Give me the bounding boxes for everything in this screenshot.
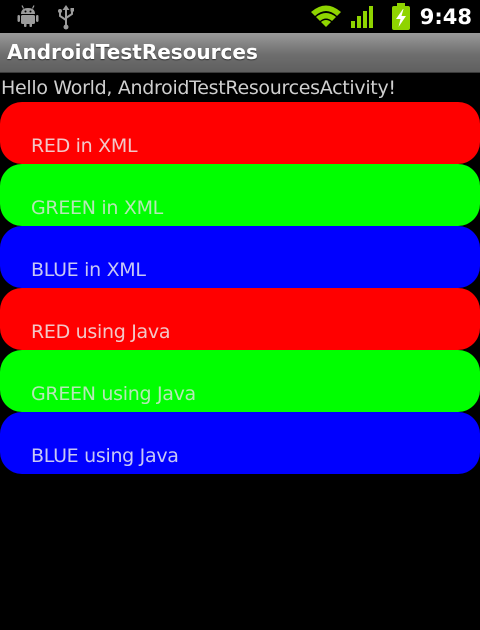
status-time: 9:48: [419, 5, 472, 29]
signal-icon: [350, 3, 376, 33]
app-title: AndroidTestResources: [7, 40, 258, 64]
red-java-button-label: RED using Java: [31, 321, 171, 343]
battery-charging-icon: [390, 3, 412, 35]
green-xml-button[interactable]: GREEN in XML: [0, 164, 480, 226]
red-xml-button-label: RED in XML: [31, 135, 138, 157]
blue-xml-button[interactable]: BLUE in XML: [0, 226, 480, 288]
status-bar: 9:48: [0, 0, 480, 33]
red-java-button[interactable]: RED using Java: [0, 288, 480, 350]
wifi-icon: [310, 3, 342, 33]
hello-text: Hello World, AndroidTestResourcesActivit…: [1, 77, 396, 99]
usb-icon: [55, 4, 77, 34]
blue-xml-button-label: BLUE in XML: [31, 259, 146, 281]
android-debug-icon: [16, 4, 40, 32]
red-xml-button[interactable]: RED in XML: [0, 102, 480, 164]
blue-java-button[interactable]: BLUE using Java: [0, 412, 480, 474]
green-xml-button-label: GREEN in XML: [31, 197, 163, 219]
blue-java-button-label: BLUE using Java: [31, 445, 179, 467]
title-bar: AndroidTestResources: [0, 33, 480, 73]
green-java-button[interactable]: GREEN using Java: [0, 350, 480, 412]
green-java-button-label: GREEN using Java: [31, 383, 196, 405]
